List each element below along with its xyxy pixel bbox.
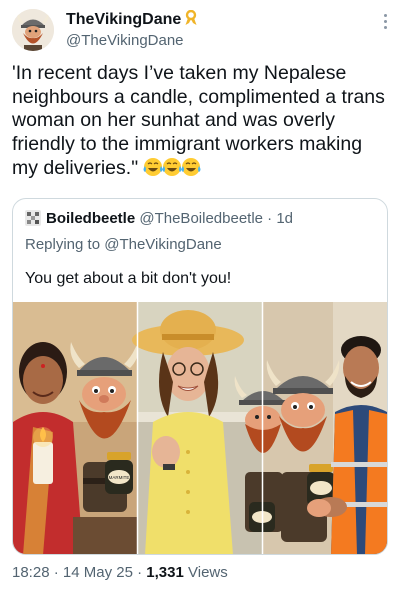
quoted-tweet-header: Boiledbeetle @TheBoiledbeetle · 1d	[25, 209, 293, 229]
tweet-header: TheVikingDane @TheVikingDane	[12, 6, 388, 56]
replying-to: Replying to @TheVikingDane	[25, 235, 222, 255]
tweet-text: 'In recent days I’ve taken my Nepalese n…	[12, 62, 390, 185]
tweet-footer: 18:28 · 14 May 25 · 1,331 Views	[12, 563, 228, 583]
replying-prefix: Replying to	[25, 236, 101, 253]
author-name-block: TheVikingDane @TheVikingDane	[66, 9, 198, 51]
image-panel-sunhat	[132, 302, 262, 554]
author-avatar[interactable]	[12, 9, 54, 51]
image-panel-candle: MARMITE	[13, 302, 139, 554]
quoted-display-name[interactable]: Boiledbeetle	[46, 210, 135, 227]
author-handle[interactable]: @TheVikingDane	[66, 31, 198, 51]
quoted-author-avatar[interactable]	[25, 210, 41, 226]
quoted-handle[interactable]: @TheBoiledbeetle	[139, 210, 263, 227]
emoji-group	[142, 156, 202, 185]
tweet-time[interactable]: 18:28	[12, 564, 50, 581]
quoted-tweet-card[interactable]: Boiledbeetle @TheBoiledbeetle · 1d Reply…	[12, 198, 388, 555]
more-options-icon[interactable]	[382, 14, 388, 32]
tears-of-joy-icon	[143, 158, 201, 176]
views-label: Views	[188, 564, 228, 581]
author-display-name[interactable]: TheVikingDane	[66, 11, 181, 28]
gold-ribbon-icon	[184, 9, 198, 31]
meta-separator: ·	[267, 210, 273, 227]
views-count: 1,331	[146, 564, 184, 581]
svg-text:MARMITE: MARMITE	[109, 475, 130, 480]
tweet-date[interactable]: 14 May 25	[63, 564, 133, 581]
footer-separator: ·	[53, 564, 59, 581]
replying-to-handle[interactable]: @TheVikingDane	[104, 236, 222, 253]
quoted-tweet-image[interactable]: MARMITE	[13, 302, 387, 554]
footer-separator: ·	[137, 564, 143, 581]
quoted-tweet-text: You get about a bit don't you!	[25, 270, 232, 287]
quoted-age[interactable]: 1d	[276, 210, 293, 227]
